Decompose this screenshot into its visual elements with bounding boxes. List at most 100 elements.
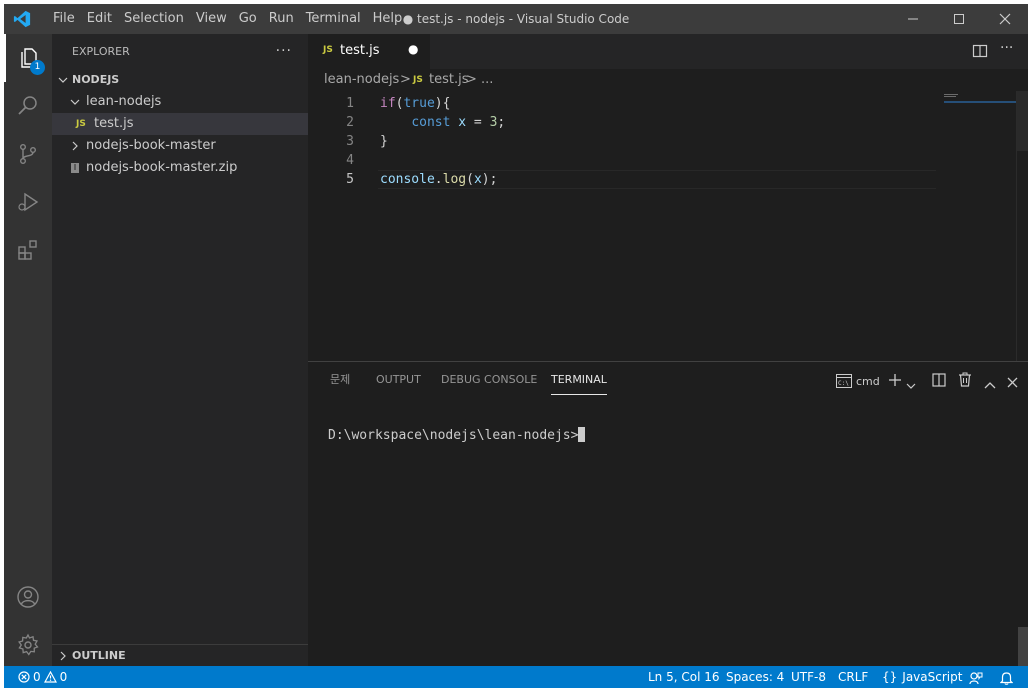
tab-test-js[interactable]: JS test.js ● <box>308 34 430 69</box>
split-editor-button[interactable] <box>972 43 988 63</box>
javascript-file-icon: JS <box>76 119 86 129</box>
source-control-icon <box>19 144 36 165</box>
breadcrumb-symbols[interactable]: > ... <box>466 69 493 91</box>
line-number: 2 <box>346 115 354 130</box>
chevron-right-icon <box>60 651 66 661</box>
outline-section[interactable]: OUTLINE <box>52 644 308 667</box>
tab-label: test.js <box>340 43 380 58</box>
close-panel-button[interactable] <box>1007 373 1018 392</box>
title-bar: File Edit Selection View Go Run Terminal… <box>4 4 1028 34</box>
problems-status[interactable]: 0 0 <box>18 666 67 688</box>
folder-root[interactable]: NODEJS <box>52 69 308 91</box>
encoding[interactable]: UTF-8 <box>791 666 826 688</box>
root-folder-label: NODEJS <box>72 73 120 86</box>
menu-view[interactable]: View <box>190 4 233 34</box>
cursor-position[interactable]: Ln 5, Col 16 <box>648 666 720 688</box>
unsaved-dot-icon[interactable]: ● <box>408 42 418 56</box>
breadcrumb-file[interactable]: test.js <box>429 69 468 91</box>
terminal-scrollbar[interactable] <box>1018 627 1028 667</box>
explorer-sidebar: EXPLORER ··· NODEJS lean-nodejs JS test.… <box>52 34 308 666</box>
minimize-button[interactable] <box>890 4 936 34</box>
activity-manage[interactable] <box>4 621 52 669</box>
line-ending[interactable]: CRLF <box>838 666 868 688</box>
search-icon <box>18 96 37 115</box>
tab-terminal[interactable]: TERMINAL <box>551 362 607 397</box>
extensions-icon <box>18 240 37 260</box>
tree-item-nodejs-book-master[interactable]: nodejs-book-master <box>52 135 308 157</box>
split-terminal-button[interactable] <box>932 372 946 391</box>
tree-item-test-js[interactable]: JS test.js <box>52 113 308 135</box>
activity-run-debug[interactable] <box>4 178 52 226</box>
line-number: 3 <box>346 134 354 149</box>
activity-accounts[interactable] <box>4 573 52 621</box>
kill-terminal-button[interactable] <box>958 372 972 391</box>
tree-item-label: nodejs-book-master <box>86 138 216 153</box>
menu-run[interactable]: Run <box>263 4 300 34</box>
activity-extensions[interactable] <box>4 226 52 274</box>
editor-more-actions-button[interactable]: ··· <box>1000 40 1013 56</box>
sidebar-title: EXPLORER <box>72 45 130 58</box>
menu-terminal[interactable]: Terminal <box>300 4 367 34</box>
terminal-output[interactable]: D:\workspace\nodejs\lean-nodejs> <box>328 427 586 443</box>
braces-icon: {} <box>882 670 898 684</box>
tree-item-label: lean-nodejs <box>86 94 162 109</box>
terminal-icon: C:\ <box>836 374 852 388</box>
split-terminal-icon <box>932 373 946 387</box>
code-editor[interactable]: 1 2 3 4 5 if(true){ const x = 3; } conso… <box>308 91 1028 361</box>
feedback-button[interactable] <box>969 670 983 688</box>
new-terminal-button[interactable] <box>888 372 902 391</box>
minimap[interactable] <box>944 94 1026 104</box>
bottom-panel: 문제 OUTPUT DEBUG CONSOLE TERMINAL C:\ cmd <box>308 361 1028 667</box>
breadcrumb: lean-nodejs > JS test.js > ... <box>308 69 1028 91</box>
breadcrumb-folder[interactable]: lean-nodejs <box>324 69 399 91</box>
close-window-button[interactable] <box>982 4 1028 34</box>
sidebar-header: EXPLORER ··· <box>52 34 308 69</box>
feedback-icon <box>969 672 983 685</box>
maximize-panel-button[interactable] <box>984 375 996 394</box>
activity-explorer[interactable]: 1 <box>4 34 52 82</box>
zip-file-icon <box>71 163 79 173</box>
shell-name: cmd <box>856 374 880 388</box>
menu-go[interactable]: Go <box>233 4 263 34</box>
chevron-down-icon <box>70 99 80 105</box>
bell-icon <box>999 672 1014 685</box>
javascript-file-icon: JS <box>413 75 423 85</box>
menu-selection[interactable]: Selection <box>118 4 190 34</box>
tree-item-zip[interactable]: nodejs-book-master.zip <box>52 157 308 179</box>
editor-tabs: JS test.js ● ··· <box>308 34 1028 69</box>
code-line-2: const x = 3; <box>411 115 506 130</box>
maximize-button[interactable] <box>936 4 982 34</box>
run-debug-icon <box>18 192 39 212</box>
activity-search[interactable] <box>4 82 52 130</box>
tree-item-label: nodejs-book-master.zip <box>86 160 238 175</box>
chevron-up-icon <box>984 382 996 389</box>
activity-source-control[interactable] <box>4 130 52 178</box>
language-label: JavaScript <box>902 670 963 684</box>
error-icon <box>18 671 30 683</box>
menu-edit[interactable]: Edit <box>81 4 118 34</box>
menu-file[interactable]: File <box>47 4 81 34</box>
tab-debug-console[interactable]: DEBUG CONSOLE <box>441 362 537 397</box>
indentation[interactable]: Spaces: 4 <box>726 666 784 688</box>
terminal-dropdown-button[interactable] <box>906 375 916 394</box>
more-actions-button[interactable]: ··· <box>276 34 292 69</box>
terminal-prompt: D:\workspace\nodejs\lean-nodejs> <box>328 428 579 443</box>
language-mode[interactable]: {} JavaScript <box>882 666 962 688</box>
plus-icon <box>889 374 901 386</box>
terminal-shell-selector[interactable]: C:\ cmd <box>836 373 880 389</box>
notifications-button[interactable] <box>999 670 1014 688</box>
tab-problems[interactable]: 문제 <box>330 362 350 397</box>
maximize-icon <box>954 14 964 24</box>
close-icon <box>999 13 1011 25</box>
breadcrumb-separator: > <box>400 72 411 87</box>
line-number: 5 <box>346 172 354 187</box>
status-bar: 0 0 Ln 5, Col 16 Spaces: 4 UTF-8 CRLF {}… <box>4 666 1028 688</box>
tab-output[interactable]: OUTPUT <box>376 362 421 397</box>
tree-item-lean-nodejs[interactable]: lean-nodejs <box>52 91 308 113</box>
code-line-3: } <box>380 134 388 149</box>
menu-help[interactable]: Help <box>367 4 409 34</box>
trash-icon <box>959 372 971 387</box>
line-number: 4 <box>346 153 354 168</box>
split-editor-icon <box>972 44 988 58</box>
vscode-logo-icon <box>13 10 31 28</box>
